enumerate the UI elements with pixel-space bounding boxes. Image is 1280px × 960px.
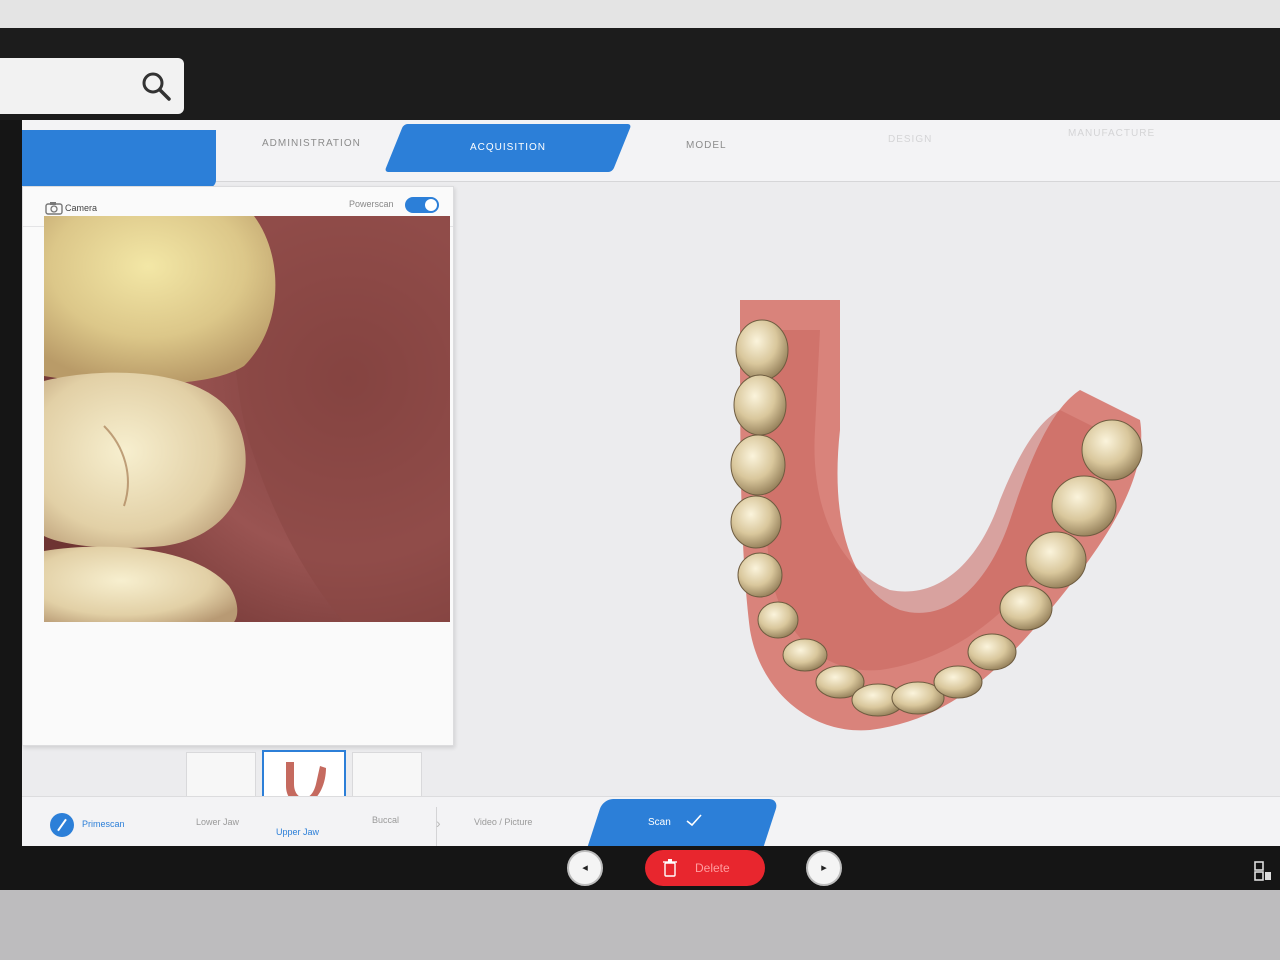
delete-label: Delete bbox=[695, 861, 730, 875]
tab-home[interactable] bbox=[22, 130, 216, 188]
live-camera-image bbox=[44, 216, 450, 622]
workflow-tabbar: ADMINISTRATION ACQUISITION MODEL DESIGN … bbox=[22, 120, 1280, 188]
acquisition-step-bar: Primescan Lower Jaw Upper Jaw Buccal › V… bbox=[22, 796, 1280, 848]
powerscan-label: Powerscan bbox=[349, 199, 394, 209]
camera-label: Camera bbox=[65, 203, 98, 213]
check-icon bbox=[686, 814, 702, 827]
step-upper-jaw[interactable]: Upper Jaw bbox=[276, 827, 319, 837]
chevron-right-icon: › bbox=[436, 815, 441, 831]
search-icon[interactable] bbox=[140, 70, 172, 102]
trash-icon bbox=[663, 859, 677, 877]
monitor-bezel-bottom bbox=[0, 846, 1280, 890]
live-camera-view bbox=[44, 216, 450, 622]
tab-acquisition[interactable]: ACQUISITION bbox=[470, 142, 546, 153]
previous-button[interactable]: ◂ bbox=[567, 850, 603, 886]
camera-icon bbox=[45, 202, 63, 215]
thumbnail-buccal[interactable] bbox=[352, 752, 422, 802]
step-scan[interactable]: Scan bbox=[648, 817, 671, 828]
step-video-picture[interactable]: Video / Picture bbox=[474, 817, 532, 827]
wall-background bbox=[0, 0, 1280, 30]
scan-tab-background bbox=[584, 799, 780, 848]
tab-administration[interactable]: ADMINISTRATION bbox=[262, 138, 361, 149]
primescan-icon bbox=[50, 813, 74, 837]
tab-model[interactable]: MODEL bbox=[686, 140, 727, 151]
step-buccal[interactable]: Buccal bbox=[372, 815, 399, 825]
monitor-bezel-left bbox=[0, 120, 22, 890]
step-lower-jaw[interactable]: Lower Jaw bbox=[196, 817, 239, 827]
desk-background bbox=[0, 890, 1280, 960]
settings-corner-icon[interactable] bbox=[1254, 860, 1272, 882]
search-box[interactable] bbox=[0, 58, 184, 114]
delete-button[interactable]: Delete bbox=[645, 850, 765, 886]
device-label: Primescan bbox=[82, 819, 125, 829]
upper-jaw-3d-model[interactable] bbox=[700, 290, 1160, 750]
tab-design[interactable]: DESIGN bbox=[888, 134, 932, 145]
powerscan-toggle[interactable] bbox=[405, 197, 439, 213]
next-icon: ▸ bbox=[821, 862, 827, 874]
next-button[interactable]: ▸ bbox=[806, 850, 842, 886]
thumbnail-lower-jaw[interactable] bbox=[186, 752, 256, 802]
tab-manufacture[interactable]: MANUFACTURE bbox=[1068, 128, 1155, 139]
app-screen: ADMINISTRATION ACQUISITION MODEL DESIGN … bbox=[22, 120, 1280, 848]
previous-icon: ◂ bbox=[582, 862, 588, 874]
